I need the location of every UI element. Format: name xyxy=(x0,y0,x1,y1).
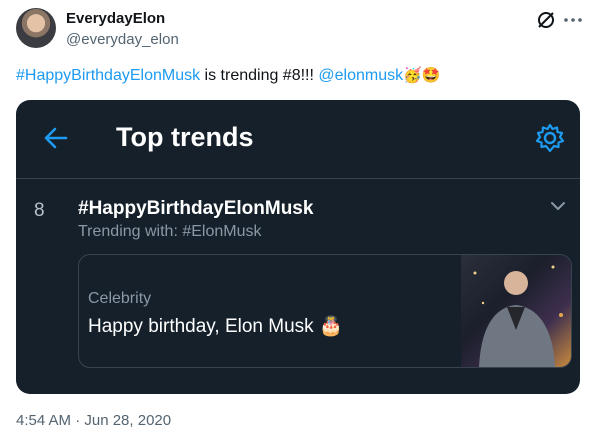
news-category: Celebrity xyxy=(88,290,152,307)
mention-link[interactable]: @elonmusk xyxy=(318,67,403,84)
avatar[interactable] xyxy=(16,8,56,48)
tweet-body-text: is trending #8!!! xyxy=(200,67,319,84)
gear-icon[interactable] xyxy=(534,122,566,154)
author-display-name[interactable]: EverydayElon xyxy=(66,10,165,27)
news-card[interactable]: Celebrity Happy birthday, Elon Musk 🎂 xyxy=(78,254,572,368)
back-arrow-icon[interactable] xyxy=(42,124,70,152)
page-title: Top trends xyxy=(116,122,254,152)
grok-icon[interactable] xyxy=(535,9,557,31)
trend-rank: 8 xyxy=(34,200,45,221)
trend-hashtag[interactable]: #HappyBirthdayElonMusk xyxy=(78,198,313,220)
author-handle[interactable]: @everyday_elon xyxy=(66,31,179,48)
trends-header: Top trends xyxy=(16,100,580,179)
tweet-timestamp[interactable]: 4:54 AM · Jun 28, 2020 xyxy=(16,412,171,429)
hashtag-link[interactable]: #HappyBirthdayElonMusk xyxy=(16,67,200,84)
news-headline: Happy birthday, Elon Musk 🎂 xyxy=(88,314,343,338)
news-headline-text: Happy birthday, Elon Musk xyxy=(88,316,314,337)
chevron-down-icon[interactable] xyxy=(548,196,568,216)
birthday-cake-icon: 🎂 xyxy=(318,316,343,337)
trend-screenshot-card[interactable]: Top trends 8 #HappyBirthdayElonMusk Tren… xyxy=(16,100,580,394)
tweet-text: #HappyBirthdayElonMusk is trending #8!!!… xyxy=(16,66,440,85)
more-options-icon[interactable] xyxy=(562,9,584,31)
party-emoji: 🥳🤩 xyxy=(403,67,441,84)
news-thumbnail xyxy=(461,255,571,367)
trending-with: Trending with: #ElonMusk xyxy=(78,223,262,240)
